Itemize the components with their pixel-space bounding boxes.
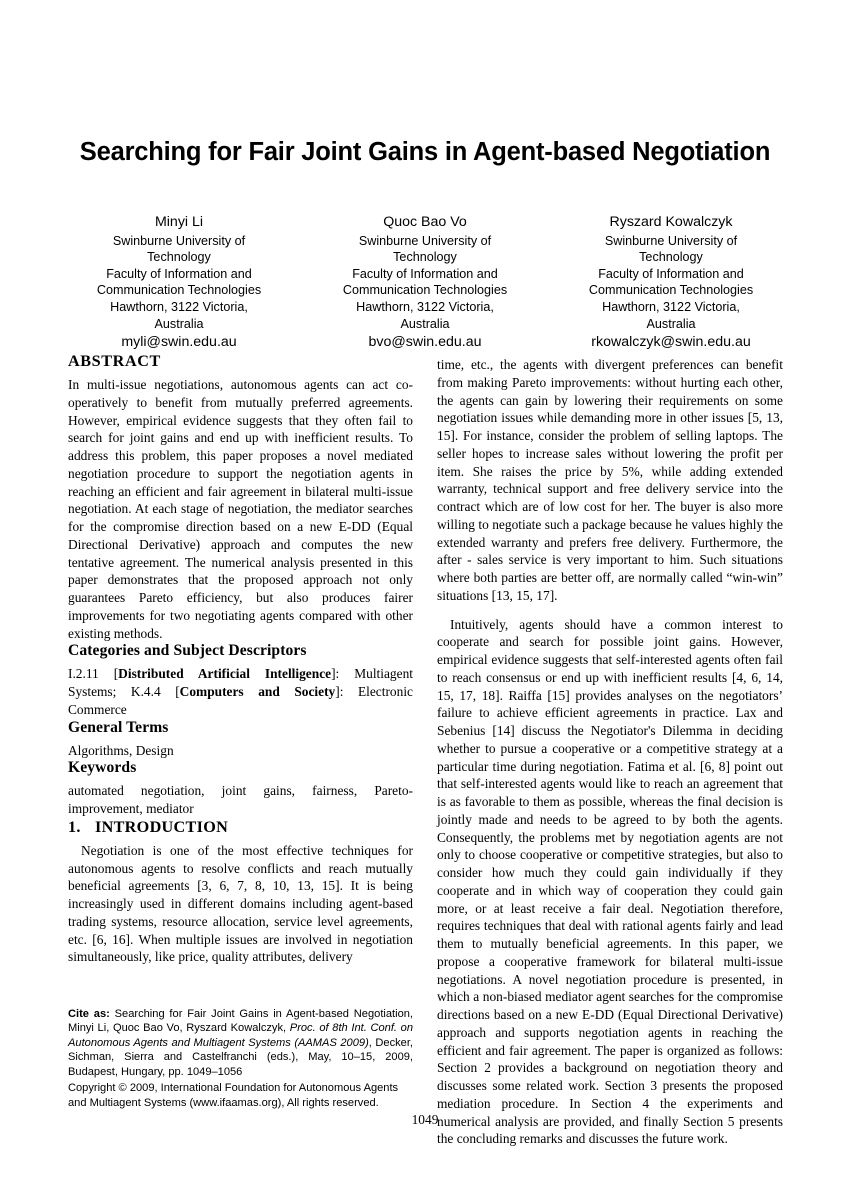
section-number: 1.	[68, 817, 81, 836]
section-title: INTRODUCTION	[95, 817, 229, 836]
author-affiliation-line: Australia	[646, 316, 696, 331]
author-email[interactable]: myli@swin.edu.au	[68, 332, 290, 353]
abstract-text: In multi-issue negotiations, autonomous …	[68, 377, 413, 641]
author-name: Minyi Li	[154, 214, 204, 230]
author-affiliation-line: Hawthorn, 3122 Victoria,	[602, 300, 740, 315]
right-column-paragraph-2: Intuitively, agents should have a common…	[437, 616, 783, 1147]
author-email[interactable]: bvo@swin.edu.au	[314, 332, 536, 353]
cite-as-text: Cite as: Searching for Fair Joint Gains …	[68, 1007, 413, 1079]
author-affiliation-line: Technology	[393, 250, 457, 265]
page-title: Searching for Fair Joint Gains in Agent-…	[79, 138, 771, 166]
copyright-text: Copyright © 2009, International Foundati…	[68, 1082, 399, 1109]
author-name: Ryszard Kowalczyk	[609, 214, 733, 230]
categories-bold-term: Computers and Society	[179, 684, 336, 699]
page-number: 1049	[411, 1112, 439, 1127]
author-affiliation-line: Australia	[400, 316, 450, 331]
introduction-heading: 1. INTRODUCTION	[68, 818, 413, 837]
general-terms-heading: General Terms	[68, 718, 169, 736]
categories-heading: Categories and Subject Descriptors	[68, 642, 307, 660]
author-affiliation-line: Faculty of Information and	[106, 266, 252, 281]
abstract-heading: ABSTRACT	[68, 352, 161, 370]
author-affiliation-line: Technology	[639, 250, 703, 265]
author-affiliation-line: Communication Technologies	[96, 283, 262, 298]
author-affiliation-line: Communication Technologies	[588, 283, 754, 298]
author-affiliation-line: Swinburne University of	[358, 233, 492, 248]
author-name: Quoc Bao Vo	[383, 214, 467, 230]
keywords-text: automated negotiation, joint gains, fair…	[68, 783, 413, 816]
author-affiliation-line: Swinburne University of	[112, 233, 246, 248]
paper-page: Searching for Fair Joint Gains in Agent-…	[0, 0, 850, 1203]
left-column: ABSTRACT In multi-issue negotiations, au…	[68, 352, 413, 966]
general-terms-text: Algorithms, Design	[68, 742, 174, 758]
right-column: time, etc., the agents with divergent pr…	[437, 356, 783, 1148]
author-affiliation-line: Faculty of Information and	[352, 266, 498, 281]
author-affiliation-line: Technology	[147, 250, 211, 265]
keywords-heading: Keywords	[68, 759, 137, 777]
categories-prefix: I.2.11 [	[68, 666, 119, 682]
categories-text: I.2.11 [Distributed Artificial Intellige…	[68, 665, 413, 718]
author-affiliation-line: Hawthorn, 3122 Victoria,	[110, 300, 248, 315]
author-email[interactable]: rkowalczyk@swin.edu.au	[560, 332, 782, 353]
author-entry: Minyi Li Swinburne University of Technol…	[68, 212, 290, 354]
author-entry: Ryszard Kowalczyk Swinburne University o…	[560, 212, 782, 354]
introduction-paragraph: Negotiation is one of the most effective…	[68, 842, 413, 965]
author-block: Minyi Li Swinburne University of Technol…	[68, 212, 782, 354]
author-affiliation-line: Australia	[154, 316, 204, 331]
author-entry: Quoc Bao Vo Swinburne University of Tech…	[314, 212, 536, 354]
cite-as-block: Cite as: Searching for Fair Joint Gains …	[68, 1005, 413, 1110]
cite-as-label: Cite as:	[68, 1008, 110, 1020]
author-affiliation-line: Faculty of Information and	[598, 266, 744, 281]
right-column-paragraph-1: time, etc., the agents with divergent pr…	[437, 357, 783, 603]
categories-bold-term: Distributed Artificial Intelligence	[118, 666, 332, 682]
author-affiliation-line: Swinburne University of	[604, 233, 738, 248]
author-affiliation-line: Hawthorn, 3122 Victoria,	[356, 300, 494, 315]
author-affiliation-line: Communication Technologies	[342, 283, 508, 298]
